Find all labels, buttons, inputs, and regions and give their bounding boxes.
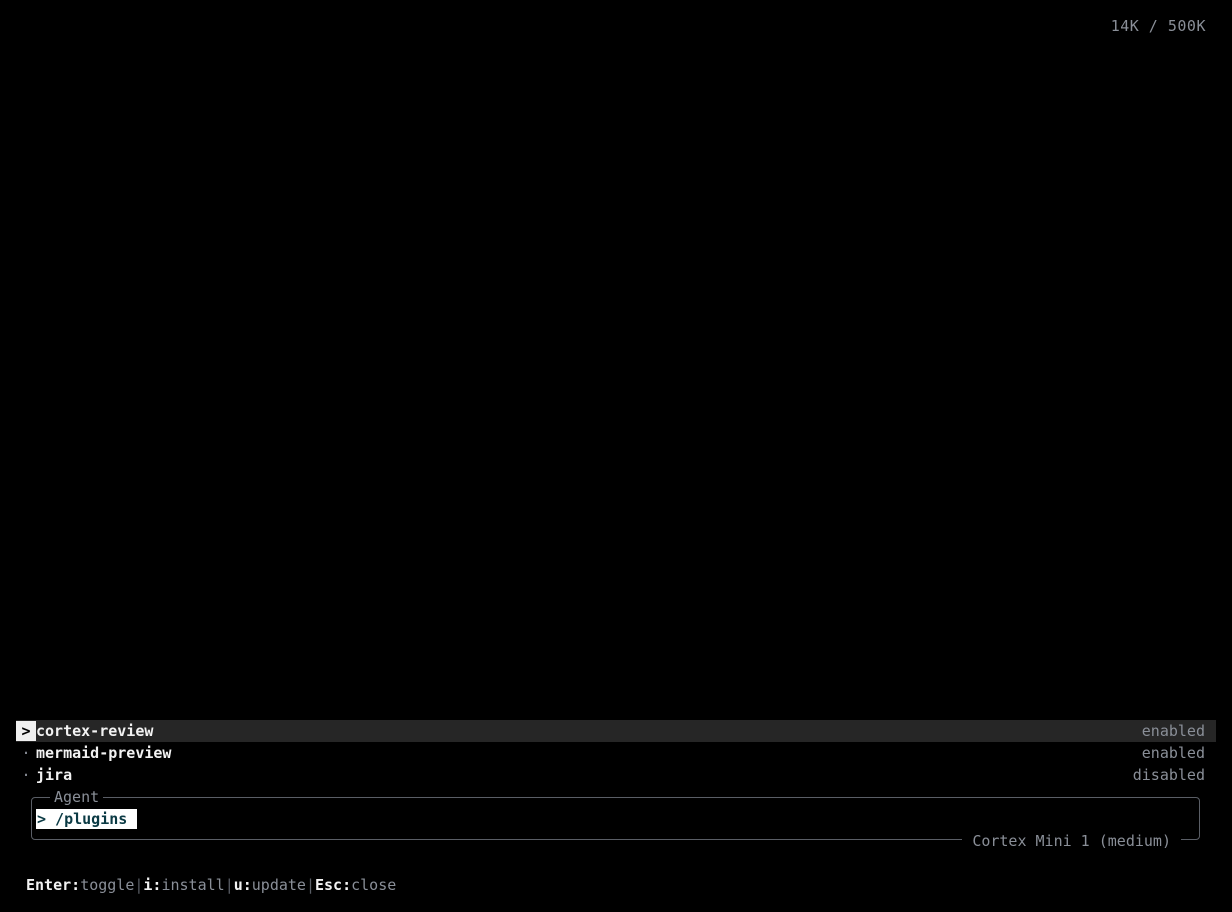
hint-desc-update: update xyxy=(251,876,306,894)
hint-key-esc: Esc: xyxy=(315,876,352,894)
agent-label: Agent xyxy=(50,788,104,806)
plugin-list: > cortex-review enabled · mermaid-previe… xyxy=(16,720,1216,786)
token-counter: 14K / 500K xyxy=(1110,17,1206,35)
hint-desc-install: install xyxy=(161,876,225,894)
hint-separator: | xyxy=(305,876,315,894)
plugin-name: mermaid-preview xyxy=(36,744,172,762)
selection-marker: > xyxy=(16,721,36,741)
hint-key-update: u: xyxy=(233,876,252,894)
plugin-name: jira xyxy=(36,766,73,784)
plugin-status: disabled xyxy=(1132,766,1205,784)
plugin-row-jira[interactable]: · jira disabled xyxy=(16,764,1216,786)
agent-input-box[interactable]: Agent > /plugins Cortex Mini 1 (medium) xyxy=(31,788,1200,850)
hint-key-enter: Enter: xyxy=(26,876,81,894)
hint-desc-close: close xyxy=(351,876,397,894)
hint-separator: | xyxy=(224,876,234,894)
plugin-name: cortex-review xyxy=(36,722,154,740)
hint-desc-toggle: toggle xyxy=(80,876,135,894)
agent-input[interactable]: > /plugins xyxy=(36,809,138,829)
plugin-status: enabled xyxy=(1141,744,1205,762)
plugin-row-mermaid-preview[interactable]: · mermaid-preview enabled xyxy=(16,742,1216,764)
model-label: Cortex Mini 1 (medium) xyxy=(962,832,1181,850)
plugin-status: enabled xyxy=(1141,722,1205,740)
plugin-row-cortex-review[interactable]: > cortex-review enabled xyxy=(16,720,1216,742)
hint-key-install: i: xyxy=(143,876,162,894)
row-bullet: · xyxy=(21,766,31,784)
hint-bar: Enter:toggle|i:install|u:update|Esc:clos… xyxy=(26,876,396,894)
row-bullet: · xyxy=(21,744,31,762)
